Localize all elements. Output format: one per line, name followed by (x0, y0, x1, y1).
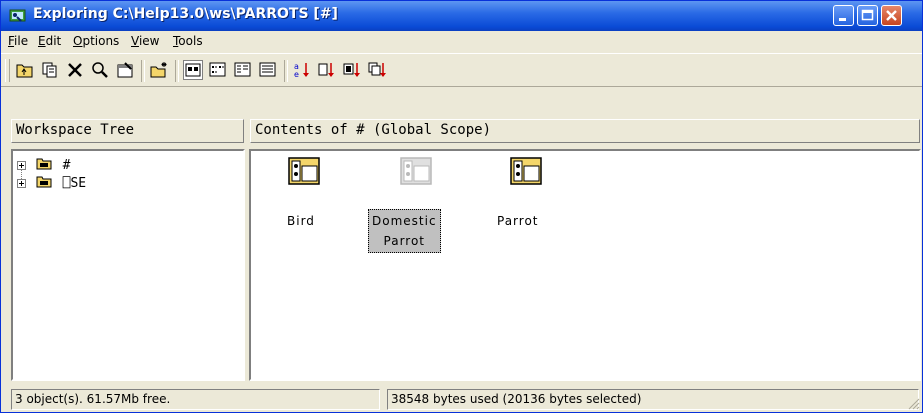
toolbar: ae (1, 53, 922, 87)
object-label-bird[interactable]: Bird (287, 214, 315, 228)
namespace-folder-icon (36, 174, 52, 192)
status-bytes-used: 38548 bytes used (20136 bytes selected) (387, 389, 919, 410)
svg-text:e: e (294, 70, 299, 79)
workspace-tree-header[interactable]: Workspace Tree (11, 119, 244, 143)
toolbar-separator (141, 60, 145, 82)
explorer-window: Exploring C:\Help13.0\ws\PARROTS [#] Fil… (0, 0, 923, 413)
object-label-domestic-parrot[interactable]: Domestic Parrot (368, 209, 441, 253)
sort-by-type-icon[interactable] (317, 60, 337, 80)
close-button[interactable] (881, 5, 902, 26)
tree-item-label: # (62, 157, 71, 173)
toolbar-separator (175, 60, 179, 82)
sort-by-size-icon[interactable] (342, 60, 362, 80)
menu-bar: File Edit Options View Tools (1, 31, 922, 51)
list-view-icon[interactable] (233, 60, 253, 80)
search-icon[interactable] (90, 60, 110, 80)
class-icon[interactable] (287, 156, 321, 186)
new-folder-icon[interactable] (149, 60, 169, 80)
maximize-button[interactable] (857, 5, 878, 26)
window-title: Exploring C:\Help13.0\ws\PARROTS [#] (33, 6, 338, 22)
toolbar-separator (284, 60, 288, 82)
up-folder-icon[interactable] (15, 60, 35, 80)
contents-header[interactable]: Contents of # (Global Scope) (250, 119, 920, 143)
expand-icon[interactable] (17, 160, 26, 170)
properties-icon[interactable] (115, 60, 135, 80)
tree-item-label: ⎕SE (62, 175, 87, 191)
small-icons-view-icon[interactable] (208, 60, 228, 80)
tree-item-session[interactable]: ⎕SE (17, 174, 87, 192)
menu-options[interactable]: Options (73, 34, 119, 48)
copy-icon[interactable] (40, 60, 60, 80)
namespace-folder-icon (36, 156, 52, 174)
workspace-explorer-icon (9, 7, 27, 23)
workspace-tree-pane[interactable]: # ⎕SE (11, 149, 245, 381)
class-icon[interactable] (509, 156, 543, 186)
status-bar: 3 object(s). 61.57Mb free. 38548 bytes u… (1, 387, 922, 412)
class-icon-selected[interactable] (399, 156, 433, 186)
resize-grip-icon[interactable] (908, 398, 920, 410)
toolbar-grip[interactable] (5, 59, 10, 82)
menu-tools[interactable]: Tools (173, 34, 203, 48)
sort-by-name-icon[interactable]: ae (292, 60, 312, 80)
contents-pane[interactable]: Bird Domestic Parrot Parrot (249, 149, 921, 381)
large-icons-view-icon[interactable] (183, 60, 203, 80)
object-label-parrot[interactable]: Parrot (497, 214, 539, 228)
expand-icon[interactable] (17, 178, 26, 188)
status-object-count: 3 object(s). 61.57Mb free. (11, 389, 380, 410)
menu-view[interactable]: View (131, 34, 159, 48)
details-view-icon[interactable] (258, 60, 278, 80)
sort-by-date-icon[interactable] (367, 60, 387, 80)
title-bar[interactable]: Exploring C:\Help13.0\ws\PARROTS [#] (1, 1, 922, 31)
delete-icon[interactable] (65, 60, 85, 80)
minimize-button[interactable] (833, 5, 854, 26)
tree-item-root[interactable]: # (17, 156, 71, 174)
menu-edit[interactable]: Edit (38, 34, 61, 48)
menu-file[interactable]: File (8, 34, 28, 48)
